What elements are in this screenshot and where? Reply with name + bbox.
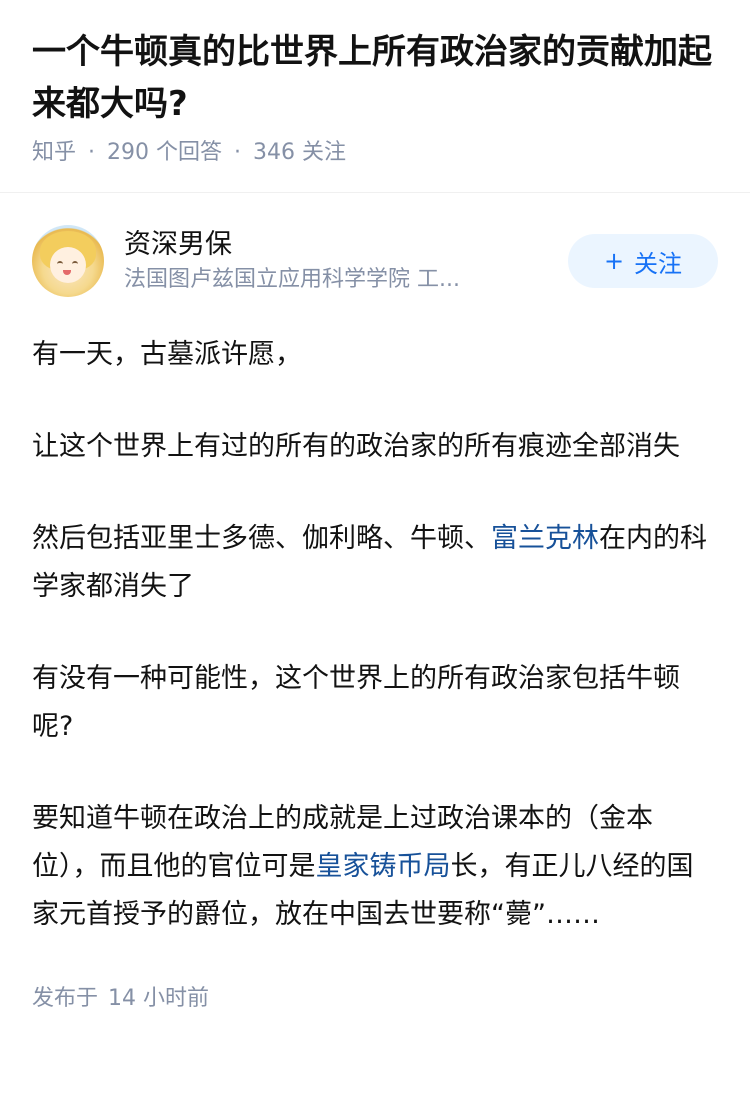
avatar[interactable]: [32, 225, 104, 297]
avatar-face: [50, 247, 86, 283]
question-meta: 知乎 · 290 个回答 · 346 关注: [32, 136, 718, 170]
follow-button-label: 关注: [634, 249, 683, 278]
follow-button[interactable]: + 关注: [568, 234, 718, 288]
avatar-eye-left: [57, 261, 63, 267]
answer-body: 有一天，古墓派许愿， 让这个世界上有过的所有的政治家的所有痕迹全部消失 然后包括…: [32, 331, 718, 939]
author-name[interactable]: 资深男保: [124, 226, 552, 264]
answer-paragraph: 让这个世界上有过的所有的政治家的所有痕迹全部消失: [32, 423, 718, 471]
answer-paragraph: 要知道牛顿在政治上的成就是上过政治课本的（金本位），而且他的官位可是皇家铸币局长…: [32, 795, 718, 939]
question-title[interactable]: 一个牛顿真的比世界上所有政治家的贡献加起来都大吗?: [32, 26, 718, 130]
answer-paragraph: 有一天，古墓派许愿，: [32, 331, 718, 379]
author-row: 资深男保 法国图卢兹国立应用科学学院 工... + 关注: [32, 193, 718, 329]
answer-publish-time: 发布于 14 小时前: [32, 983, 718, 1015]
paragraph-text: 让这个世界上有过的所有的政治家的所有痕迹全部消失: [32, 431, 680, 462]
answer-count: 290: [107, 140, 150, 165]
avatar-eye-right: [72, 261, 78, 267]
paragraph-text: 有一天，古墓派许愿，: [32, 339, 302, 370]
follower-label: 关注: [302, 140, 347, 165]
published-label: 发布于: [32, 986, 99, 1011]
meta-separator: ·: [234, 140, 242, 165]
answer-paragraph: 然后包括亚里士多德、伽利略、牛顿、富兰克林在内的科学家都消失了: [32, 515, 718, 611]
question-header: 一个牛顿真的比世界上所有政治家的贡献加起来都大吗? 知乎 · 290 个回答 · 346…: [0, 0, 750, 193]
author-info: 资深男保 法国图卢兹国立应用科学学院 工...: [124, 226, 552, 296]
author-headline: 法国图卢兹国立应用科学学院 工...: [124, 267, 460, 292]
link-franklin[interactable]: 富兰克林: [491, 523, 599, 554]
paragraph-text: 然后包括亚里士多德、伽利略、牛顿、: [32, 523, 491, 554]
source-label: 知乎: [32, 140, 77, 165]
meta-separator: ·: [88, 140, 96, 165]
answer-card: 资深男保 法国图卢兹国立应用科学学院 工... + 关注 有一天，古墓派许愿， …: [0, 193, 750, 1015]
answer-count-label: 个回答: [156, 140, 223, 165]
follower-count: 346: [253, 140, 296, 165]
link-royal-mint[interactable]: 皇家铸币局: [316, 851, 451, 882]
plus-icon: +: [603, 247, 625, 275]
answer-paragraph: 有没有一种可能性，这个世界上的所有政治家包括牛顿呢?: [32, 655, 718, 751]
paragraph-text: 有没有一种可能性，这个世界上的所有政治家包括牛顿呢?: [32, 663, 680, 742]
published-time: 14 小时前: [108, 986, 210, 1011]
